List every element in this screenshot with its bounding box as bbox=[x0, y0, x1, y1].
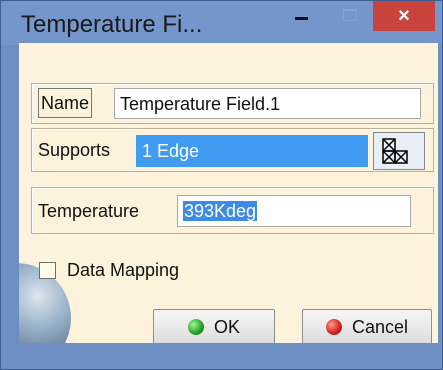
temperature-value: 393Kdeg bbox=[183, 201, 258, 221]
minimize-icon bbox=[294, 16, 308, 20]
temperature-field[interactable]: 393Kdeg bbox=[177, 195, 411, 227]
cancel-label: Cancel bbox=[351, 316, 409, 337]
supports-label: Supports bbox=[38, 140, 111, 161]
cancel-button[interactable]: Cancel bbox=[302, 309, 432, 343]
close-button[interactable]: × bbox=[373, 1, 435, 31]
supports-group: Supports 1 Edge bbox=[31, 128, 434, 172]
data-mapping-label: Data Mapping bbox=[67, 260, 180, 281]
name-group: Name Temperature Field.1 bbox=[31, 83, 434, 124]
minimize-button[interactable] bbox=[279, 2, 323, 32]
close-icon: × bbox=[398, 4, 410, 27]
dialog-window: Temperature Fi... × Name Temperature Fie… bbox=[0, 0, 443, 370]
temperature-label: Temperature bbox=[38, 201, 140, 222]
dialog-body: Name Temperature Field.1 Supports 1 Edge bbox=[19, 43, 438, 343]
supports-field[interactable]: 1 Edge bbox=[136, 135, 368, 167]
title-bar[interactable]: Temperature Fi... × bbox=[1, 1, 442, 45]
data-mapping-checkbox[interactable] bbox=[39, 262, 56, 279]
ok-icon bbox=[187, 319, 204, 335]
name-field[interactable]: Temperature Field.1 bbox=[114, 88, 421, 119]
window-title: Temperature Fi... bbox=[21, 11, 203, 38]
ok-label: OK bbox=[213, 316, 240, 337]
ok-button[interactable]: OK bbox=[153, 309, 275, 343]
cancel-icon bbox=[325, 319, 342, 335]
supports-select-button[interactable] bbox=[373, 132, 425, 170]
maximize-button[interactable] bbox=[328, 2, 372, 32]
maximize-icon bbox=[343, 9, 357, 21]
temperature-group: Temperature 393Kdeg bbox=[31, 187, 434, 234]
mesh-select-icon bbox=[382, 138, 408, 164]
name-label: Name bbox=[38, 88, 93, 118]
